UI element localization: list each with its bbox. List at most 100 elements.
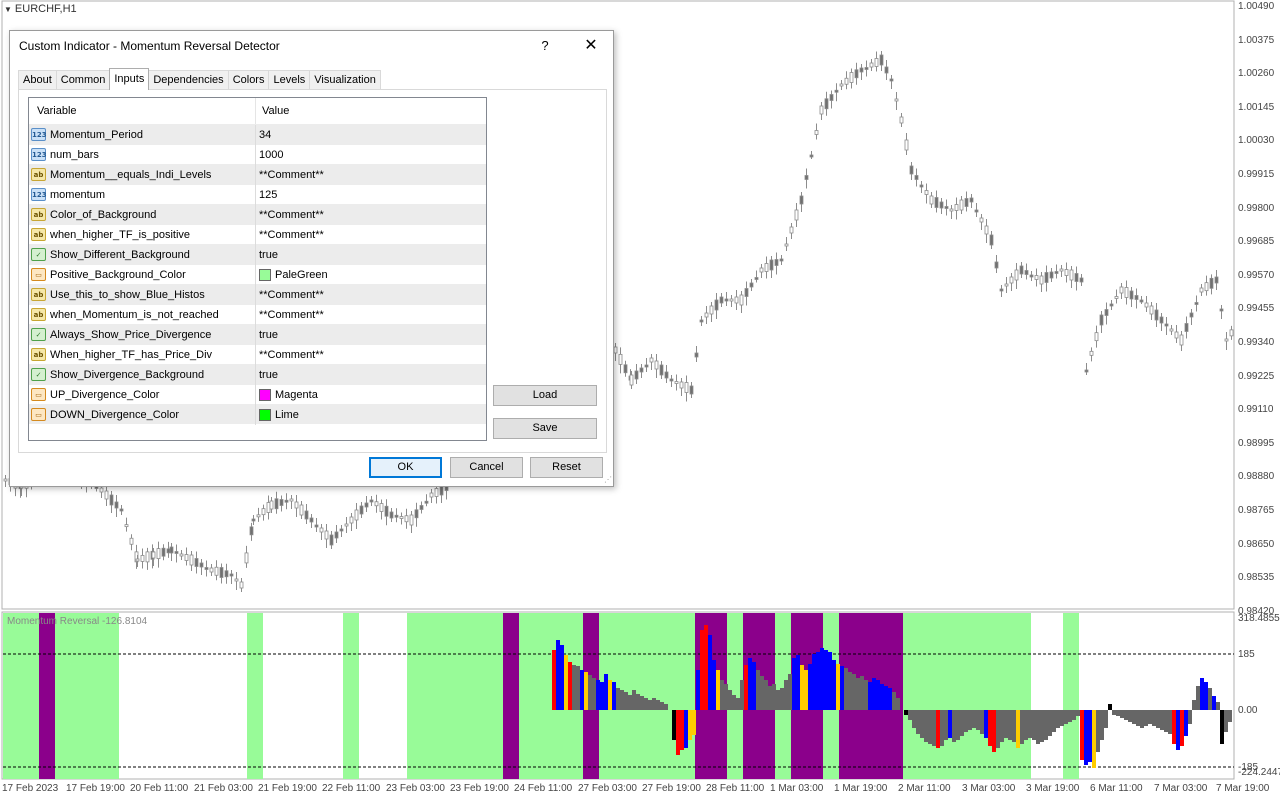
table-row[interactable]: 123 num_bars 1000 [29,144,486,165]
value-cell[interactable]: true [256,245,278,265]
close-icon[interactable]: ✕ [580,36,602,56]
table-row[interactable]: ✓ Always_Show_Price_Divergence true [29,324,486,345]
value-cell[interactable]: 34 [256,125,271,145]
value-cell[interactable]: **Comment** [256,285,324,305]
table-row[interactable]: 123 Momentum_Period 34 [29,124,486,145]
table-row[interactable]: ✓ Show_Divergence_Background true [29,364,486,385]
candle-body [1029,274,1034,278]
table-row[interactable]: 123 momentum 125 [29,184,486,205]
candle-body [799,195,804,205]
value-cell[interactable]: Magenta [256,385,318,405]
candle-body [964,198,969,207]
candle-body [394,514,399,518]
histogram-bar [740,680,744,710]
histogram-bar [784,680,788,710]
candle-body [209,567,214,573]
candle-body [844,77,849,85]
candle-body [1114,296,1119,299]
value-cell[interactable]: PaleGreen [256,265,328,285]
histogram-bar [600,682,604,710]
histogram-bar [744,665,748,710]
table-row[interactable]: ▭ Positive_Background_Color PaleGreen [29,264,486,285]
histogram-bar [1220,710,1224,744]
value-cell[interactable]: **Comment** [256,345,324,365]
histogram-bar [1056,710,1060,728]
table-row[interactable]: ▭ DOWN_Divergence_Color Lime [29,404,486,425]
bool-type-icon: ✓ [31,368,46,381]
table-row[interactable]: ab Use_this_to_show_Blue_Histos **Comment*… [29,284,486,305]
value-cell[interactable]: **Comment** [256,305,324,325]
column-header-variable[interactable]: Variable [29,98,256,124]
str-type-icon: ab [31,308,46,321]
color-swatch[interactable] [259,268,271,281]
candle-body [669,378,674,382]
tab-about[interactable]: About [18,70,57,90]
table-row[interactable]: ab when_higher_TF_is_positive **Comment** [29,224,486,245]
time-axis-label: 7 Mar 19:00 [1216,783,1270,794]
tab-dependencies[interactable]: Dependencies [148,70,229,90]
value-cell[interactable]: **Comment** [256,165,324,185]
value-cell[interactable]: true [256,365,278,385]
histogram-bar [1156,710,1160,728]
candle-body [399,516,404,519]
histogram-bar [592,678,596,710]
save-button[interactable]: Save [493,418,597,439]
candle-body [1109,303,1114,307]
tab-visualization[interactable]: Visualization [309,70,381,90]
table-row[interactable]: ab Color_of_Background **Comment** [29,204,486,225]
color-type-icon: ▭ [31,268,46,281]
value-cell[interactable]: 125 [256,185,277,205]
indicator-label: Momentum Reversal -126.8104 [7,616,148,627]
help-icon[interactable]: ? [534,36,556,56]
color-swatch[interactable] [259,388,271,401]
histogram-bar [1228,710,1232,722]
histogram-bar [1000,710,1004,742]
column-header-value[interactable]: Value [256,98,289,124]
variable-name: when_Momentum_is_not_reached [50,308,219,321]
value-cell[interactable]: **Comment** [256,205,324,225]
histogram-bar [1148,710,1152,724]
tab-levels[interactable]: Levels [268,70,311,90]
candle-body [199,562,204,568]
candle-body [849,72,854,83]
load-button[interactable]: Load [493,385,597,406]
value-cell[interactable]: 1000 [256,145,283,165]
table-row[interactable]: ab Momentum__equals_Indi_Levels **Comment*… [29,164,486,185]
inputs-table[interactable]: Variable Value 123 Momentum_Period 34 123 nu… [28,97,487,441]
resize-grip-icon[interactable]: ⋰ [602,475,612,485]
candle-body [634,370,639,380]
histogram-bar [920,710,924,738]
int-type-icon: 123 [31,188,47,201]
tab-common[interactable]: Common [55,70,111,90]
histogram-bar [908,710,912,720]
value-text: Magenta [275,388,318,401]
value-cell[interactable]: **Comment** [256,225,324,245]
candle-body [724,298,729,302]
table-row[interactable]: ab When_higher_TF_has_Price_Div **Comment*… [29,344,486,365]
histogram-bar [1172,710,1176,744]
histogram-bar [948,710,952,738]
tab-inputs[interactable]: Inputs [109,68,150,90]
reset-button[interactable]: Reset [530,457,603,478]
candle-body [714,299,719,311]
histogram-bar [1124,710,1128,720]
histogram-bar [756,670,760,710]
candle-body [974,209,979,213]
indicator-background-band [1063,613,1079,779]
tab-colors[interactable]: Colors [227,70,270,90]
color-type-icon: ▭ [31,388,46,401]
cancel-button[interactable]: Cancel [450,457,523,478]
int-type-icon: 123 [31,128,47,141]
table-row[interactable]: ▭ UP_Divergence_Color Magenta [29,384,486,405]
value-cell[interactable]: Lime [256,405,299,425]
symbol-dropdown-icon[interactable]: ▼ [4,5,12,14]
color-swatch[interactable] [259,408,271,421]
value-cell[interactable]: true [256,325,278,345]
histogram-bar [1188,710,1192,724]
histogram-bar [940,710,944,746]
ok-button[interactable]: OK [369,457,442,478]
table-row[interactable]: ✓ Show_Different_Background true [29,244,486,265]
table-row[interactable]: ab when_Momentum_is_not_reached **Comment*… [29,304,486,325]
histogram-bar [1136,710,1140,726]
candle-body [924,190,929,195]
